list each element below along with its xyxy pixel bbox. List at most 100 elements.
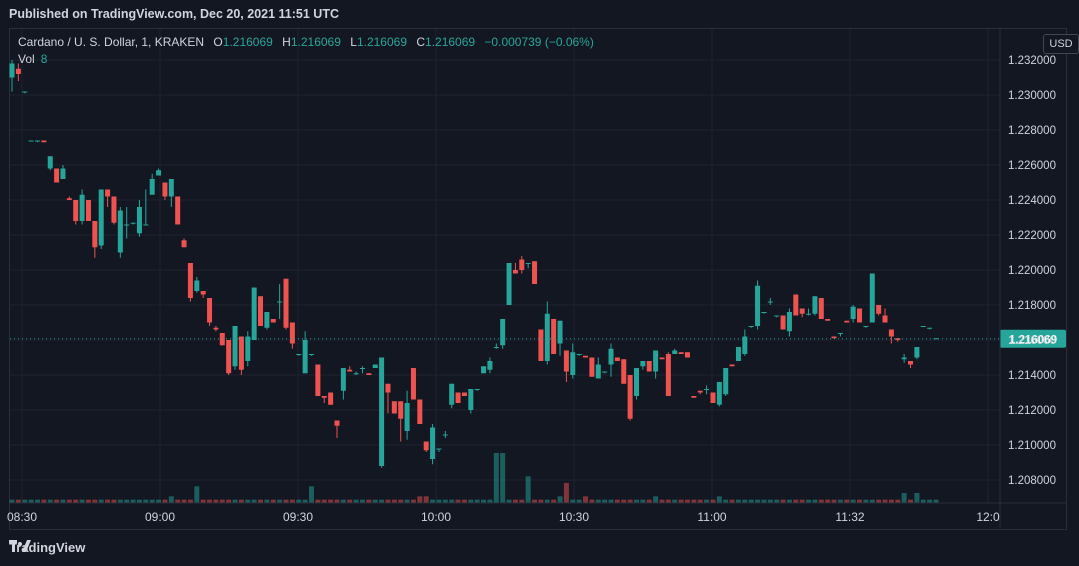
candle-body [659, 357, 665, 360]
y-tick-label: 1.212000 [1008, 405, 1056, 417]
candle-body [283, 278, 289, 328]
candle-body [806, 313, 812, 315]
candle-body [270, 319, 276, 323]
symbol-title[interactable]: Cardano / U. S. Dollar, 1, KRAKEN [18, 35, 204, 49]
candle-body [920, 326, 926, 327]
candlestick-chart[interactable]: 1.216069 1.232000 1.230000 1.228000 1.22600… [0, 0, 1079, 566]
candle-body [404, 403, 410, 431]
candle-body [162, 182, 168, 197]
candle-body [207, 298, 213, 323]
candle-body [748, 326, 754, 327]
candle-body [767, 301, 773, 303]
candle-body [15, 68, 21, 74]
candle-body [353, 373, 359, 375]
candle-body [595, 364, 601, 379]
x-tick-label: 11:00 [697, 510, 726, 524]
candle-body [130, 222, 136, 224]
volume-bar [914, 493, 920, 503]
candle-body [678, 352, 684, 354]
candle-body [251, 287, 257, 340]
candle-body [359, 368, 365, 369]
candle-body [563, 350, 569, 372]
candle-body [175, 196, 181, 225]
candle-body [238, 336, 244, 370]
candle-body [576, 354, 582, 355]
candle-body [9, 63, 15, 78]
candle-body [532, 261, 538, 284]
ohlc-legend: Cardano / U. S. Dollar, 1, KRAKEN O1.216… [18, 35, 594, 49]
close-value: 1.216069 [425, 35, 476, 49]
candle-body [481, 366, 487, 374]
candle-body [761, 312, 767, 313]
currency-selector[interactable]: USD [1043, 34, 1079, 54]
candle-body [646, 361, 652, 372]
low-label: L [350, 35, 357, 49]
candle-body [124, 224, 130, 226]
candle-body [111, 196, 117, 223]
candle-body [723, 368, 729, 395]
volume-bar [194, 486, 200, 503]
candle-body [423, 441, 429, 451]
candle-body [372, 364, 378, 368]
grid-lines [10, 29, 1000, 503]
candle-body [385, 383, 391, 393]
candle-body [417, 399, 423, 424]
candle-body [551, 319, 557, 354]
candle-body [888, 329, 894, 337]
candle-body [474, 389, 480, 390]
candle-body [340, 368, 346, 391]
candle-body [786, 312, 792, 332]
candle-body [895, 338, 901, 340]
x-tick-label: 10:30 [559, 510, 589, 524]
candle-body [583, 355, 589, 358]
candle-body [876, 305, 882, 314]
candle-body [710, 392, 716, 403]
y-tick-label: 1.224000 [1008, 195, 1056, 207]
candle-body [799, 308, 805, 314]
change-value: −0.000739 (−0.06%) [484, 35, 594, 49]
candle-body [519, 259, 525, 270]
volume-bar [493, 453, 499, 503]
y-tick-label: 1.226000 [1008, 160, 1056, 172]
candle-body [869, 273, 875, 323]
x-tick-label: 10:00 [421, 510, 451, 524]
candle-body [328, 392, 334, 405]
footer-brand[interactable]: TradingView [9, 540, 85, 555]
candles [9, 60, 939, 468]
candle-body [844, 320, 850, 323]
low-value: 1.216069 [356, 35, 407, 49]
candle-body [653, 350, 659, 372]
candle-body [812, 296, 818, 314]
candle-body [149, 179, 155, 195]
y-tick-label: 1.214000 [1008, 370, 1056, 382]
candle-body [882, 315, 888, 323]
candle-body [684, 352, 690, 358]
y-tick-label: 1.228000 [1008, 125, 1056, 137]
candle-body [187, 263, 193, 298]
close-label: C [416, 35, 426, 49]
candle-body [716, 382, 722, 405]
candle-body [436, 448, 442, 450]
x-tick-label: 08:30 [7, 510, 37, 524]
candle-body [321, 396, 327, 398]
candle-body [525, 263, 531, 264]
candle-body [34, 140, 40, 142]
candle-body [213, 327, 219, 330]
candle-body [347, 369, 353, 372]
volume-bar [168, 496, 174, 503]
candle-body [627, 375, 633, 419]
candle-body [430, 427, 436, 459]
volume-value: 8 [40, 52, 48, 66]
candle-body [538, 329, 544, 361]
candle-body [136, 207, 142, 234]
candle-body [60, 168, 66, 179]
y-tick-label: 1.232000 [1008, 55, 1056, 67]
volume-bar [417, 496, 423, 503]
candle-body [557, 320, 563, 344]
candle-body [264, 312, 270, 328]
volume-bars [9, 453, 939, 503]
candle-body [500, 319, 506, 346]
candle-body [143, 224, 149, 226]
candle-body [194, 280, 200, 291]
candle-body [512, 270, 518, 274]
